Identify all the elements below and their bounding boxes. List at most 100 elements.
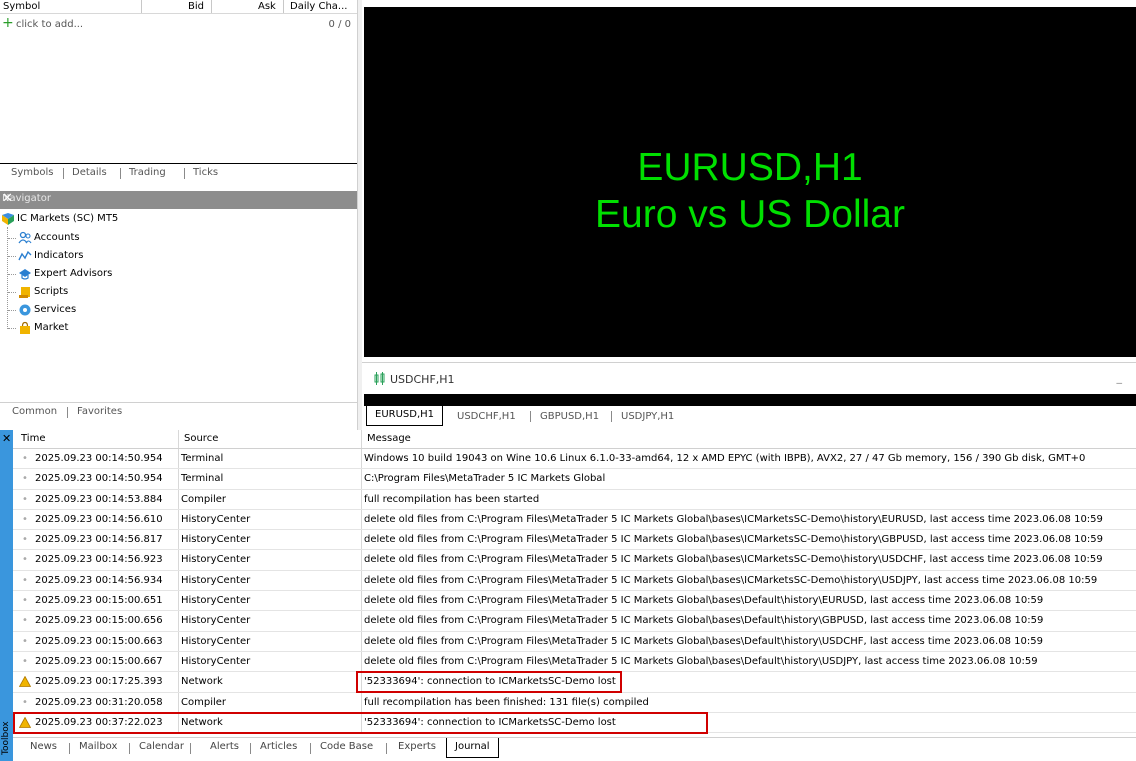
column-source[interactable]: Source bbox=[184, 433, 218, 444]
info-dot-icon: • bbox=[22, 453, 28, 464]
log-source: HistoryCenter bbox=[181, 635, 251, 647]
tab-ticks[interactable]: Ticks bbox=[193, 166, 218, 180]
expert-advisors-icon bbox=[18, 267, 32, 281]
market-watch-panel: Symbol Bid Ask Daily Cha... + click to a… bbox=[0, 0, 357, 190]
log-time: 2025.09.23 00:15:00.667 bbox=[35, 655, 163, 667]
tab-favorites[interactable]: Favorites bbox=[77, 405, 122, 419]
navigator-tabs: Common Favorites bbox=[0, 402, 357, 422]
chart-tab-usdchf[interactable]: USDCHF,H1 bbox=[457, 410, 516, 424]
tab-code-base[interactable]: Code Base bbox=[320, 741, 373, 752]
minimize-icon[interactable]: _ bbox=[1117, 371, 1123, 384]
click-to-add-text[interactable]: click to add... bbox=[16, 19, 83, 30]
close-icon[interactable]: ✕ bbox=[2, 191, 351, 206]
column-daily-change[interactable]: Daily Cha... bbox=[290, 0, 347, 13]
info-dot-icon: • bbox=[22, 635, 28, 647]
tab-mailbox[interactable]: Mailbox bbox=[79, 741, 117, 752]
log-row[interactable]: • 2025.09.23 00:14:56.610 HistoryCenter del… bbox=[13, 509, 1136, 531]
log-time: 2025.09.23 00:14:50.954 bbox=[35, 453, 163, 464]
log-row[interactable]: • 2025.09.23 00:14:53.884 Compiler full rec… bbox=[13, 489, 1136, 510]
candlestick-icon bbox=[374, 372, 386, 388]
chart-tab-gbpusd[interactable]: GBPUSD,H1 bbox=[540, 410, 599, 424]
log-row[interactable]: • 2025.09.23 00:15:00.656 HistoryCenter del… bbox=[13, 611, 1136, 632]
chart-tab-usdjpy[interactable]: USDJPY,H1 bbox=[621, 410, 674, 424]
log-source: Compiler bbox=[181, 493, 227, 505]
log-row[interactable]: • 2025.09.23 00:14:56.817 HistoryCenter del… bbox=[13, 530, 1136, 551]
navigator-item-expert-advisors[interactable]: Expert Advisors bbox=[18, 267, 112, 281]
info-dot-icon: • bbox=[22, 513, 28, 525]
tab-experts[interactable]: Experts bbox=[398, 741, 436, 752]
scripts-icon bbox=[18, 285, 32, 299]
indicators-icon bbox=[18, 249, 32, 263]
log-row[interactable]: • 2025.09.23 00:14:56.923 HistoryCenter del… bbox=[13, 550, 1136, 571]
close-icon[interactable]: ✕ bbox=[2, 432, 11, 445]
log-row[interactable]: 2025.09.23 00:17:25.393 Network '52333694'… bbox=[13, 672, 1136, 693]
log-row[interactable]: 2025.09.23 00:37:22.023 Network '52333694'… bbox=[13, 712, 1136, 734]
column-message[interactable]: Message bbox=[367, 433, 411, 444]
log-time: 2025.09.23 00:15:00.656 bbox=[35, 615, 163, 627]
log-row[interactable]: • 2025.09.23 00:31:20.058 Compiler full rec… bbox=[13, 692, 1136, 713]
accounts-icon bbox=[18, 231, 32, 245]
column-ask[interactable]: Ask bbox=[258, 0, 276, 13]
log-message: C:\Program Files\MetaTrader 5 IC Markets… bbox=[364, 473, 606, 485]
add-symbol-row[interactable]: + click to add... 0 / 0 bbox=[0, 16, 357, 32]
tab-common[interactable]: Common bbox=[12, 405, 57, 419]
log-row[interactable]: • 2025.09.23 00:15:00.663 HistoryCenter del… bbox=[13, 631, 1136, 652]
log-row[interactable]: • 2025.09.23 00:15:00.651 HistoryCenter del… bbox=[13, 591, 1136, 612]
tab-journal[interactable]: Journal bbox=[446, 738, 499, 758]
log-time: 2025.09.23 00:15:00.663 bbox=[35, 635, 163, 647]
log-row[interactable]: • 2025.09.23 00:14:56.934 HistoryCenter del… bbox=[13, 570, 1136, 592]
tab-news[interactable]: News bbox=[30, 741, 57, 752]
chart-window-label: USDCHF,H1 bbox=[390, 373, 455, 386]
symbol-count: 0 / 0 bbox=[328, 19, 351, 30]
log-time: 2025.09.23 00:14:56.610 bbox=[35, 513, 163, 525]
toolbox-label: Toolbox bbox=[1, 721, 11, 755]
chart-tab-eurusd[interactable]: EURUSD,H1 bbox=[366, 406, 444, 426]
info-dot-icon: • bbox=[22, 473, 28, 485]
market-watch-tabs: Symbols Details Trading Ticks bbox=[0, 163, 357, 183]
info-dot-icon: • bbox=[22, 655, 28, 667]
navigator-item-services[interactable]: Services bbox=[18, 303, 76, 317]
column-symbol[interactable]: Symbol bbox=[3, 0, 40, 13]
navigator-item-accounts[interactable]: Accounts bbox=[18, 231, 80, 245]
navigator-tree: IC Markets (SC) MT5 Accounts Indicators … bbox=[0, 209, 357, 402]
navigator-item-market[interactable]: Market bbox=[18, 321, 68, 335]
log-message: delete old files from C:\Program Files\M… bbox=[364, 534, 1103, 546]
navigator-item-label: Market bbox=[34, 322, 69, 333]
tab-articles[interactable]: Articles bbox=[260, 741, 297, 752]
log-time: 2025.09.23 00:14:53.884 bbox=[35, 493, 163, 505]
chart-window-usdchf-body[interactable] bbox=[364, 394, 1136, 406]
warning-icon bbox=[18, 675, 32, 688]
column-bid[interactable]: Bid bbox=[188, 0, 204, 13]
info-dot-icon: • bbox=[22, 554, 28, 566]
navigator-item-label: Indicators bbox=[34, 250, 84, 261]
log-source: HistoryCenter bbox=[181, 615, 251, 627]
navigator-item-scripts[interactable]: Scripts bbox=[18, 285, 68, 299]
chart-window-usdchf-titlebar[interactable]: USDCHF,H1 _ bbox=[362, 362, 1136, 394]
log-source: Compiler bbox=[181, 696, 227, 708]
log-row[interactable]: • 2025.09.23 00:14:50.954 Terminal C:\Progr… bbox=[13, 469, 1136, 490]
navigator-item-indicators[interactable]: Indicators bbox=[18, 249, 83, 263]
tab-symbols[interactable]: Symbols bbox=[11, 166, 53, 180]
journal-header: Time Source Message bbox=[13, 430, 1136, 449]
log-message: '52333694': connection to ICMarketsSC-De… bbox=[364, 716, 616, 728]
log-message: '52333694': connection to ICMarketsSC-De… bbox=[364, 676, 616, 688]
log-row[interactable]: • 2025.09.23 00:14:50.954 Terminal Windows … bbox=[13, 449, 1136, 470]
chart-symbol-description: Euro vs US Dollar bbox=[595, 193, 905, 236]
log-source: HistoryCenter bbox=[181, 655, 251, 667]
log-row[interactable]: • 2025.09.23 00:15:00.667 HistoryCenter del… bbox=[13, 651, 1136, 673]
log-message: Windows 10 build 19043 on Wine 10.6 Linu… bbox=[364, 453, 1086, 464]
tab-trading[interactable]: Trading bbox=[129, 166, 166, 180]
toolbox-sidebar: ✕ Toolbox bbox=[0, 430, 13, 761]
column-time[interactable]: Time bbox=[21, 433, 45, 444]
tab-alerts[interactable]: Alerts bbox=[210, 741, 239, 752]
navigator-root[interactable]: IC Markets (SC) MT5 bbox=[1, 212, 118, 226]
log-source: Terminal bbox=[181, 453, 224, 464]
log-source: Terminal bbox=[181, 473, 224, 485]
journal-rows: • 2025.09.23 00:14:50.954 Terminal Windows … bbox=[13, 449, 1136, 734]
log-source: HistoryCenter bbox=[181, 595, 251, 607]
info-dot-icon: • bbox=[22, 534, 28, 546]
tab-details[interactable]: Details bbox=[72, 166, 107, 180]
chart-tabs: EURUSD,H1 USDCHF,H1 GBPUSD,H1 USDJPY,H1 bbox=[362, 406, 1136, 427]
chart-window-eurusd[interactable]: EURUSD,H1 Euro vs US Dollar bbox=[364, 7, 1136, 357]
tab-calendar[interactable]: Calendar bbox=[139, 741, 184, 752]
